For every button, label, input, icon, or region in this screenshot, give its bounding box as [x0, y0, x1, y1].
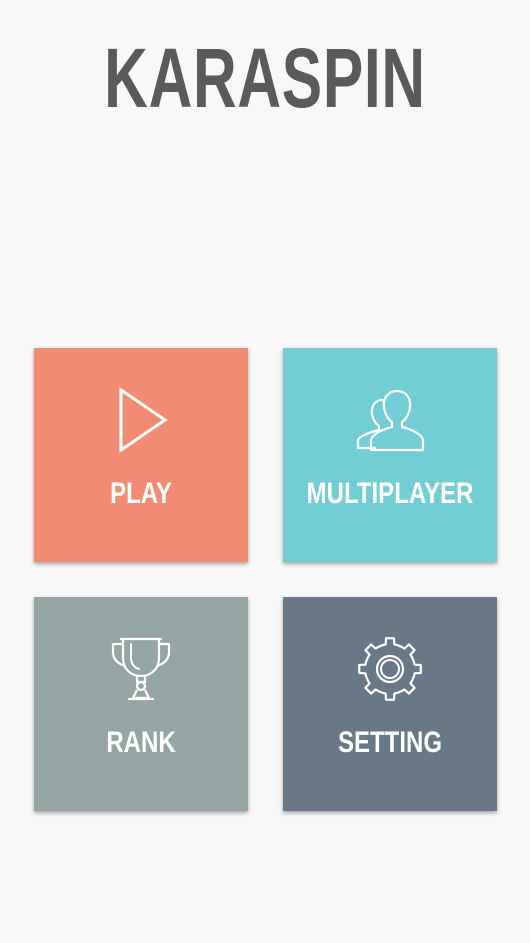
play-icon — [34, 386, 248, 454]
play-button[interactable]: PLAY — [34, 348, 248, 562]
trophy-icon — [34, 635, 248, 703]
multiplayer-label: MULTIPLAYER — [306, 477, 474, 510]
app-title: KARASPIN — [104, 31, 426, 125]
gear-icon — [283, 635, 497, 703]
setting-label: SETTING — [337, 726, 442, 759]
rank-label: RANK — [106, 726, 176, 759]
rank-button[interactable]: RANK — [34, 597, 248, 811]
setting-button[interactable]: SETTING — [283, 597, 497, 811]
multiplayer-button[interactable]: MULTIPLAYER — [283, 348, 497, 562]
play-label: PLAY — [110, 477, 172, 510]
users-icon — [283, 386, 497, 454]
